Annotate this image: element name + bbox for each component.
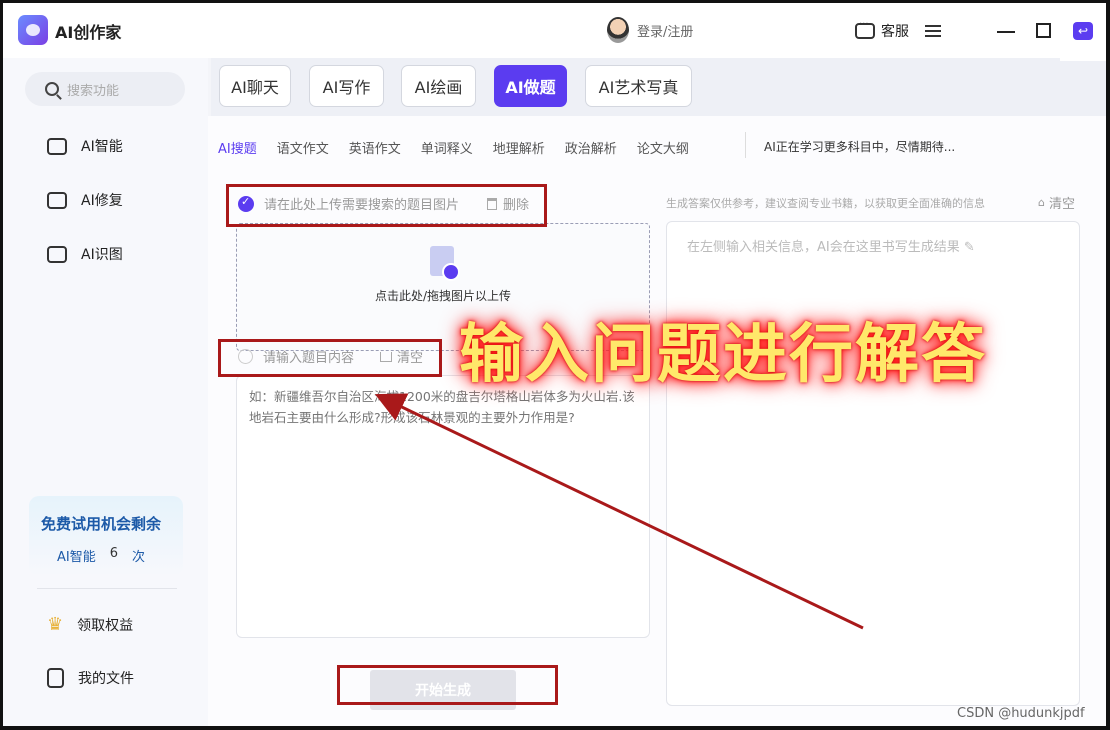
watermark: CSDN @hudunkjpdf (957, 706, 1085, 721)
annotation-text: 输入问题进行解答 (459, 317, 987, 392)
app-window: AI创作家 登录/注册 客服 ✕ 搜索功能 AI智能 AI修复 AI识图 (3, 3, 1106, 726)
